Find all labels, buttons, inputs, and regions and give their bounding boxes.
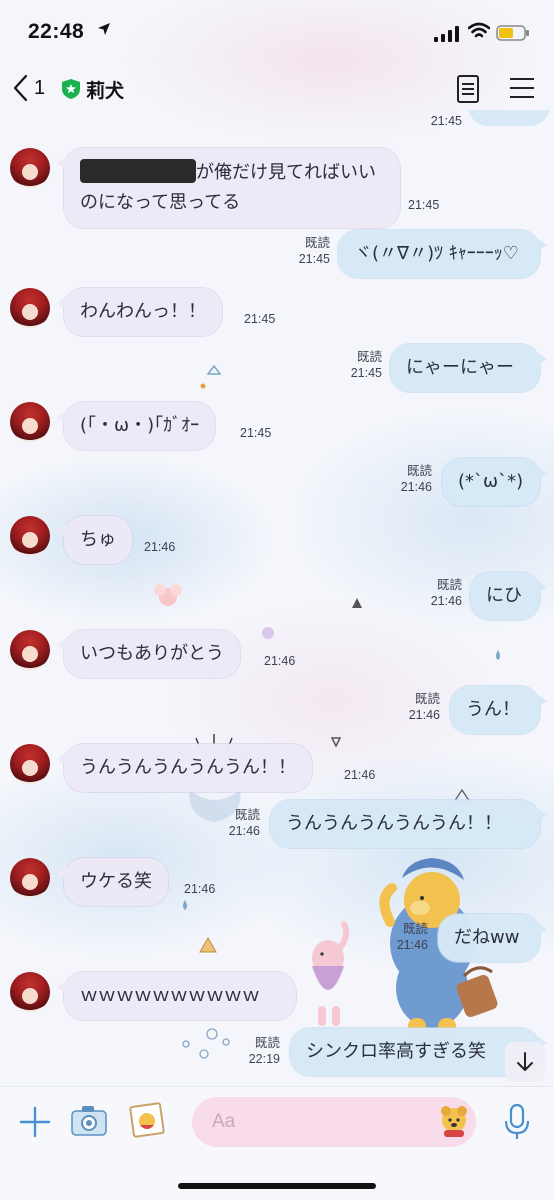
message-list[interactable]: 21:45 が俺だけ見てればいい のになって思ってる 21:45 既読 21:4…: [0, 110, 554, 1086]
battery-icon: [496, 25, 529, 41]
message-bubble-outgoing[interactable]: (*`ω`*): [442, 458, 547, 506]
message-text: いつもありがとう: [80, 643, 224, 664]
avatar[interactable]: [10, 402, 50, 442]
message-text: ｗｗｗｗｗｗｗｗｗｗ: [80, 985, 260, 1006]
message-text: (*`ω`*): [458, 471, 524, 492]
message-time: 21:45: [430, 114, 462, 128]
message-text: シンクロ率高すぎる笑: [306, 1041, 486, 1062]
read-receipt: 既読: [406, 464, 432, 478]
message-text: ウケる笑: [80, 871, 152, 892]
read-receipt: 既読: [254, 1036, 280, 1050]
message-text: うん！: [466, 699, 520, 720]
read-receipt: 既読: [402, 922, 428, 936]
message-time: 21:46: [228, 824, 260, 838]
verified-badge-icon: [62, 79, 80, 99]
mic-icon[interactable]: [504, 1103, 530, 1141]
message-bubble-incoming[interactable]: ｗｗｗｗｗｗｗｗｗｗ: [57, 972, 296, 1020]
message-time: 21:45: [244, 312, 276, 326]
location-arrow-icon: [98, 23, 110, 35]
input-bar: [0, 1086, 554, 1200]
unread-count: 1: [34, 76, 46, 99]
avatar[interactable]: [10, 630, 50, 670]
message-bubble-incoming[interactable]: が俺だけ見てればいい のになって思ってる: [57, 148, 400, 228]
message-bubble-incoming[interactable]: いつもありがとう: [57, 630, 240, 678]
message-time: 22:19: [248, 1052, 280, 1066]
plus-icon[interactable]: [18, 1105, 52, 1139]
message-text: うんうんうんうんうん！！: [286, 813, 502, 834]
chat-header: 1 莉犬: [0, 62, 554, 114]
message-text: にゃーにゃー: [406, 357, 514, 378]
arrow-down-icon: [517, 1052, 533, 1071]
message-bubble-incoming[interactable]: (｢・ω・)｢ｶﾞｵｰ: [56, 402, 216, 450]
message-bubble-incoming[interactable]: わんわんっ！！: [57, 288, 222, 336]
message-time: 21:46: [396, 938, 428, 952]
read-receipt: 既読: [304, 236, 330, 250]
message-bubble-outgoing[interactable]: ヾ(〃∇〃)ﾂ ｷｬｰｰｰｯ♡: [338, 230, 547, 278]
message-text: わんわんっ！！: [80, 301, 206, 322]
message-time: 21:46: [430, 594, 462, 608]
read-receipt: 既読: [436, 578, 462, 592]
menu-icon[interactable]: [508, 76, 536, 100]
message-bubble-incoming[interactable]: うんうんうんうんうん！！: [57, 744, 312, 792]
photo-icon[interactable]: [126, 1101, 168, 1141]
message-time: 21:45: [408, 198, 440, 212]
avatar[interactable]: [10, 858, 50, 898]
message-text: ヾ(〃∇〃)ﾂ ｷｬｰｰｰｯ♡: [354, 243, 519, 264]
home-indicator[interactable]: [178, 1183, 376, 1189]
message-time: 21:45: [298, 252, 330, 266]
message-time: 21:46: [144, 540, 176, 554]
message-text: だねww: [454, 927, 520, 948]
message-time: 21:45: [350, 366, 382, 380]
camera-icon[interactable]: [70, 1103, 108, 1139]
back-chevron-icon: [13, 74, 28, 102]
read-receipt: 既読: [356, 350, 382, 364]
status-time: 22:48: [28, 20, 85, 43]
redaction-block: [80, 159, 196, 183]
message-text: うんうんうんうんうん！！: [80, 757, 296, 778]
avatar[interactable]: [10, 148, 50, 188]
message-text: (｢・ω・)｢ｶﾞｵｰ: [80, 415, 200, 436]
message-bubble-outgoing[interactable]: にゃーにゃー: [390, 344, 547, 392]
message-time: 21:46: [184, 882, 216, 896]
message-time: 21:46: [408, 708, 440, 722]
notes-icon[interactable]: [456, 74, 480, 104]
message-bubble-outgoing[interactable]: にひ: [470, 572, 547, 620]
message-bubble-outgoing[interactable]: だねww: [438, 914, 547, 962]
avatar[interactable]: [10, 288, 50, 328]
message-input[interactable]: [192, 1097, 476, 1147]
read-receipt: 既読: [234, 808, 260, 822]
message-bubble-outgoing[interactable]: うんうんうんうんうん！！: [270, 800, 547, 848]
message-bubble-incoming[interactable]: ちゅ: [57, 516, 132, 564]
message-time: 21:45: [240, 426, 272, 440]
message-text: ちゅ: [80, 529, 116, 550]
message-bubble-outgoing[interactable]: うん！: [450, 686, 547, 734]
partial-message-bubble: [468, 110, 550, 126]
chat-title[interactable]: 莉犬: [86, 76, 124, 103]
signal-icon: [434, 26, 459, 42]
message-bubble-outgoing[interactable]: シンクロ率高すぎる笑: [290, 1028, 547, 1076]
read-receipt: 既読: [414, 692, 440, 706]
avatar[interactable]: [10, 744, 50, 784]
wifi-icon: [468, 22, 490, 38]
avatar[interactable]: [10, 972, 50, 1012]
message-time: 21:46: [344, 768, 376, 782]
avatar[interactable]: [10, 516, 50, 556]
message-bubble-incoming[interactable]: ウケる笑: [57, 858, 168, 906]
sticker-icon[interactable]: [438, 1104, 470, 1138]
back-button[interactable]: 1: [12, 72, 45, 104]
message-text: にひ: [486, 585, 522, 606]
message-time: 21:46: [400, 480, 432, 494]
status-bar: 22:48: [0, 0, 554, 62]
scroll-to-bottom-button[interactable]: [505, 1042, 545, 1082]
message-time: 21:46: [264, 654, 296, 668]
